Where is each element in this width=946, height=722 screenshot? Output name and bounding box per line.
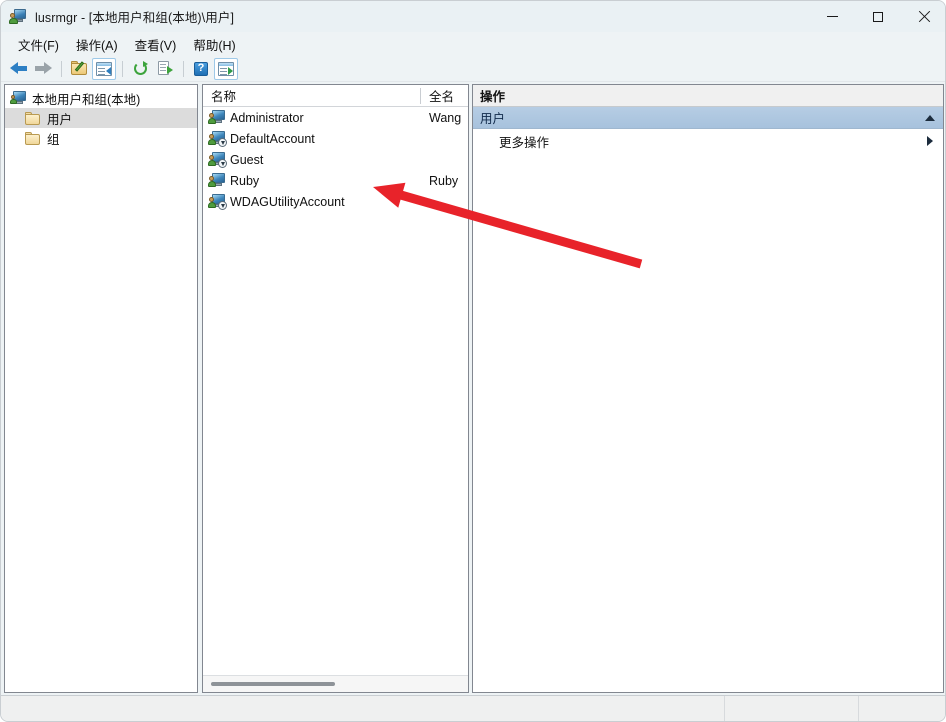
table-row[interactable]: Administrator Wang <box>203 107 468 128</box>
close-button[interactable] <box>901 1 945 32</box>
column-header-name[interactable]: 名称 <box>203 86 420 105</box>
menu-item-action[interactable]: 操作(A) <box>68 33 127 56</box>
title-bar: lusrmgr - [本地用户和组(本地)\用户] <box>1 1 945 32</box>
minimize-button[interactable] <box>809 1 855 32</box>
user-name-cell: Administrator <box>203 110 420 125</box>
toolbar-separator <box>61 60 62 77</box>
actions-pane: 操作 用户 更多操作 <box>472 84 944 693</box>
show-hide-action-pane-button[interactable] <box>214 57 238 80</box>
list-column-headers: 名称 全名 <box>203 85 468 107</box>
refresh-button[interactable] <box>128 58 152 80</box>
status-segment-3 <box>858 695 945 721</box>
user-fullname-cell: Ruby <box>429 173 459 188</box>
up-folder-button[interactable] <box>67 58 91 80</box>
table-row[interactable]: Guest <box>203 149 468 170</box>
minimize-icon <box>826 16 838 17</box>
export-list-button[interactable] <box>153 58 177 80</box>
menu-item-file[interactable]: 文件(F) <box>10 33 68 56</box>
table-row[interactable]: Ruby Ruby <box>203 170 468 191</box>
user-fullname-cell: Wang <box>429 110 462 125</box>
user-icon <box>208 110 226 125</box>
menu-bar: 文件(F) 操作(A) 查看(V) 帮助(H) <box>1 32 945 56</box>
tree-pane: 本地用户和组(本地) 用户 组 <box>4 84 198 693</box>
user-name-cell: DefaultAccount <box>203 131 420 147</box>
toolbar-separator <box>183 60 184 77</box>
actions-section-users[interactable]: 用户 <box>473 107 943 129</box>
list-horizontal-scrollbar-thumb[interactable] <box>211 682 335 686</box>
table-row[interactable]: WDAGUtilityAccount <box>203 191 468 212</box>
column-header-fullname[interactable]: 全名 <box>420 86 468 105</box>
status-segment-2 <box>724 695 858 721</box>
refresh-icon <box>133 61 148 76</box>
tree-item-users[interactable]: 用户 <box>5 108 197 128</box>
up-folder-icon <box>70 61 88 76</box>
show-hide-tree-button[interactable] <box>92 57 116 80</box>
user-disabled-icon <box>208 152 227 168</box>
menu-item-help[interactable]: 帮助(H) <box>185 33 244 56</box>
maximize-button[interactable] <box>855 1 901 32</box>
user-name-label: Ruby <box>230 173 260 188</box>
export-list-icon <box>157 61 173 76</box>
toolbar: ? <box>1 56 945 82</box>
action-item-label: 更多操作 <box>499 135 550 150</box>
list-horizontal-scrollbar[interactable] <box>203 675 468 692</box>
status-segment-1 <box>1 696 724 722</box>
lusrmgr-window: lusrmgr - [本地用户和组(本地)\用户] 文件(F) 操作(A) 查看… <box>0 0 946 722</box>
column-divider[interactable] <box>420 88 421 104</box>
user-disabled-icon <box>208 194 227 210</box>
user-icon <box>208 173 226 188</box>
toolbar-separator <box>122 60 123 77</box>
tree-item-groups[interactable]: 组 <box>5 128 197 148</box>
computer-icon <box>10 90 27 106</box>
forward-arrow-icon <box>34 62 52 75</box>
tree-item-root[interactable]: 本地用户和组(本地) <box>5 88 197 108</box>
close-icon <box>918 11 930 23</box>
user-name-cell: WDAGUtilityAccount <box>203 194 420 210</box>
show-hide-action-pane-icon <box>218 61 234 76</box>
action-item-more-actions[interactable]: 更多操作 <box>473 129 943 153</box>
help-button[interactable]: ? <box>189 58 213 80</box>
user-name-label: DefaultAccount <box>230 131 315 146</box>
status-bar <box>1 695 945 722</box>
menu-item-view[interactable]: 查看(V) <box>127 33 186 56</box>
folder-icon <box>25 131 41 145</box>
user-name-cell: Guest <box>203 152 420 168</box>
user-disabled-icon <box>208 131 227 147</box>
caret-up-icon[interactable] <box>925 114 935 121</box>
computer-users-icon <box>9 8 27 25</box>
window-title: lusrmgr - [本地用户和组(本地)\用户] <box>35 11 235 25</box>
caret-right-icon <box>927 136 933 146</box>
tree-item-users-label: 用户 <box>47 112 73 127</box>
back-arrow-icon <box>9 62 27 75</box>
content-area: 本地用户和组(本地) 用户 组 名称 全名 Administrator Wang… <box>1 82 945 695</box>
forward-button[interactable] <box>31 58 55 80</box>
actions-section-label: 用户 <box>480 112 506 126</box>
show-hide-tree-icon <box>96 61 112 76</box>
tree-item-root-label: 本地用户和组(本地) <box>32 92 141 107</box>
actions-pane-header: 操作 <box>473 85 943 107</box>
table-row[interactable]: DefaultAccount <box>203 128 468 149</box>
user-name-cell: Ruby <box>203 173 420 188</box>
users-list-pane: 名称 全名 Administrator Wang DefaultAccount … <box>202 84 469 693</box>
help-icon: ? <box>194 61 208 76</box>
folder-icon <box>25 111 41 125</box>
window-controls <box>809 1 945 32</box>
back-button[interactable] <box>6 58 30 80</box>
tree-item-groups-label: 组 <box>47 132 60 147</box>
user-name-label: Guest <box>230 152 264 167</box>
maximize-icon <box>873 11 883 22</box>
user-name-label: WDAGUtilityAccount <box>230 194 345 209</box>
user-name-label: Administrator <box>230 110 304 125</box>
